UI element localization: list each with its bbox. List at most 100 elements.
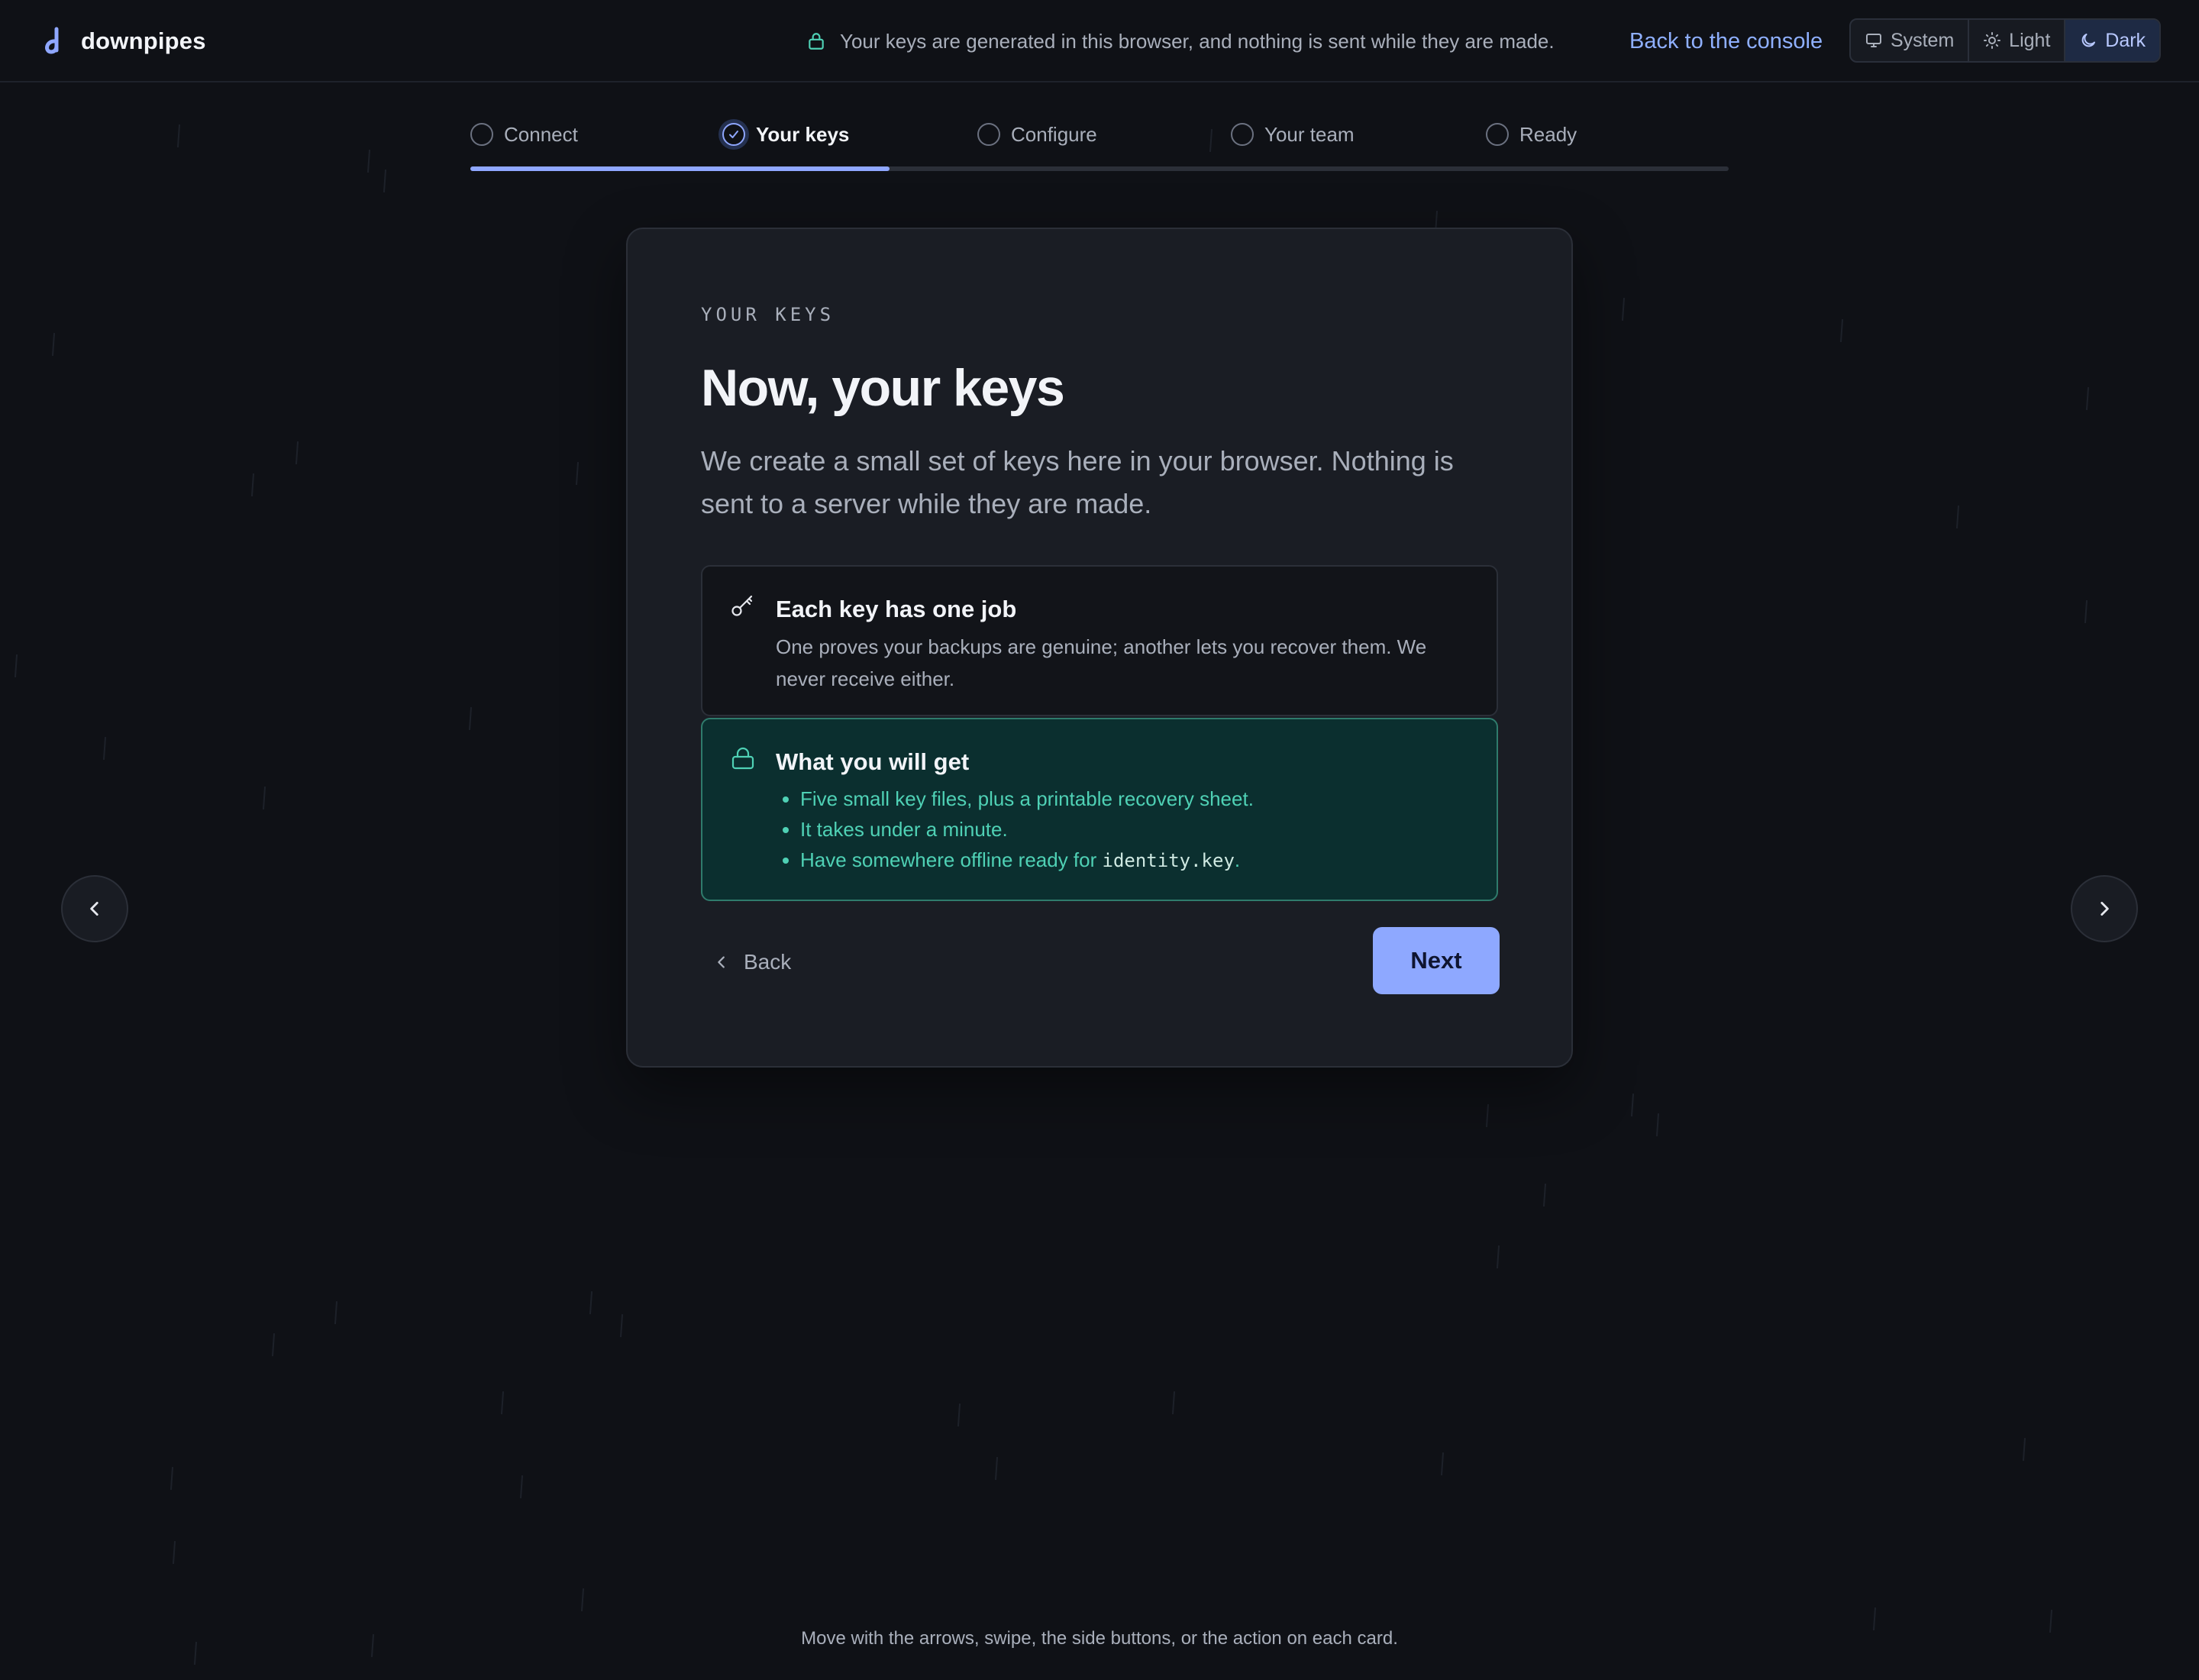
drizzle-streak bbox=[1655, 1113, 1660, 1137]
card-eyebrow: YOUR KEYS bbox=[701, 304, 835, 325]
drizzle-streak bbox=[500, 1391, 505, 1415]
top-bar: downpipes Your keys are generated in thi… bbox=[0, 0, 2199, 82]
drizzle-streak bbox=[366, 149, 371, 173]
theme-option-dark[interactable]: Dark bbox=[2065, 20, 2159, 61]
drizzle-streak bbox=[1630, 1093, 1635, 1117]
drizzle-streak bbox=[468, 706, 473, 731]
chevron-left-icon bbox=[90, 902, 98, 916]
theme-option-label: Dark bbox=[2105, 29, 2146, 51]
drizzle-streak bbox=[1621, 297, 1626, 321]
drizzle-streak bbox=[383, 169, 387, 193]
drizzle-streak bbox=[271, 1333, 276, 1357]
downpipes-logo-icon bbox=[45, 27, 59, 54]
info-panel-text: One proves your backups are genuine; ano… bbox=[776, 635, 1427, 690]
drizzle-streak bbox=[1955, 505, 1960, 529]
drizzle-streak bbox=[2085, 386, 2090, 411]
lock-icon bbox=[731, 747, 754, 770]
lock-icon bbox=[809, 33, 824, 50]
drizzle-streak bbox=[2084, 599, 2088, 624]
step-label: Ready bbox=[1519, 122, 1577, 146]
chevron-right-icon bbox=[2101, 902, 2109, 916]
back-button-label: Back bbox=[744, 950, 792, 974]
what-you-get-panel: What you will get Five small key files, … bbox=[701, 718, 1498, 901]
drizzle-streak bbox=[1440, 1452, 1445, 1476]
filename: identity.key bbox=[1102, 850, 1235, 871]
card-lead: We create a small set of keys here in yo… bbox=[701, 445, 1454, 519]
list-item-text: It takes under a minute. bbox=[800, 818, 1008, 841]
list-item: It takes under a minute. bbox=[800, 814, 1254, 845]
drizzle-streak bbox=[580, 1588, 585, 1612]
step-pending-icon bbox=[1486, 123, 1509, 146]
list-item-text: Five small key files, plus a printable r… bbox=[800, 787, 1254, 810]
key-icon bbox=[731, 595, 753, 616]
drizzle-streak bbox=[1485, 1103, 1490, 1128]
step-your-keys[interactable]: Your keys bbox=[722, 121, 849, 148]
drizzle-streak bbox=[102, 736, 107, 761]
privacy-note: Your keys are generated in this browser,… bbox=[806, 27, 1555, 55]
moon-icon bbox=[2081, 34, 2096, 47]
brand-name: downpipes bbox=[81, 27, 206, 54]
info-panel: Each key has one job One proves your bac… bbox=[701, 565, 1498, 716]
step-check-icon bbox=[722, 123, 745, 146]
progress-fill bbox=[470, 166, 890, 171]
step-label: Your team bbox=[1264, 122, 1355, 146]
step-pending-icon bbox=[1231, 123, 1254, 146]
theme-option-light[interactable]: Light bbox=[1969, 20, 2066, 61]
progress-track bbox=[470, 166, 1729, 171]
what-you-get-title: What you will get bbox=[776, 748, 970, 775]
drizzle-streak bbox=[1496, 1245, 1500, 1269]
step-pending-icon bbox=[977, 123, 1000, 146]
list-item-text: Have somewhere offline ready for bbox=[800, 848, 1103, 871]
step-configure[interactable]: Configure bbox=[977, 121, 1097, 148]
drizzle-streak bbox=[575, 461, 580, 486]
list-item: Have somewhere offline ready for identit… bbox=[800, 845, 1254, 876]
drizzle-streak bbox=[14, 654, 18, 678]
next-card-button[interactable] bbox=[2071, 875, 2138, 942]
next-button[interactable]: Next bbox=[1373, 927, 1500, 994]
progress-stepper: Connect Your keys Configure Your team Re… bbox=[470, 121, 1729, 174]
drizzle-streak bbox=[994, 1456, 999, 1481]
drizzle-streak bbox=[51, 332, 56, 357]
chevron-left-icon bbox=[718, 956, 725, 968]
step-card: YOUR KEYS Now, your keys We create a sma… bbox=[626, 228, 1573, 1068]
drizzle-streak bbox=[176, 124, 181, 148]
theme-option-label: System bbox=[1890, 29, 1955, 51]
drizzle-streak bbox=[334, 1300, 338, 1325]
step-label: Your keys bbox=[756, 122, 850, 146]
drizzle-streak bbox=[250, 473, 255, 497]
back-button[interactable]: Back bbox=[701, 929, 803, 996]
navigation-hint: Move with the arrows, swipe, the side bu… bbox=[801, 1628, 1398, 1649]
drizzle-streak bbox=[1872, 1607, 1877, 1631]
list-item: Five small key files, plus a printable r… bbox=[800, 783, 1254, 814]
theme-switcher: System Light Dark bbox=[1849, 18, 2161, 63]
theme-option-label: Light bbox=[2009, 29, 2051, 51]
drizzle-streak bbox=[519, 1475, 524, 1499]
privacy-text: Your keys are generated in this browser,… bbox=[840, 29, 1555, 53]
card-title: Now, your keys bbox=[701, 359, 1065, 417]
theme-option-system[interactable]: System bbox=[1851, 20, 1970, 61]
drizzle-streak bbox=[1839, 318, 1844, 343]
drizzle-streak bbox=[295, 441, 299, 465]
step-label: Connect bbox=[504, 122, 578, 146]
step-pending-icon bbox=[470, 123, 493, 146]
step-ready[interactable]: Ready bbox=[1486, 121, 1577, 148]
drizzle-streak bbox=[2022, 1437, 2026, 1462]
drizzle-streak bbox=[1542, 1183, 1547, 1207]
brand[interactable]: downpipes bbox=[41, 26, 206, 57]
step-label: Configure bbox=[1011, 122, 1097, 146]
drizzle-streak bbox=[172, 1540, 176, 1565]
previous-card-button[interactable] bbox=[61, 875, 128, 942]
drizzle-streak bbox=[170, 1466, 174, 1491]
monitor-icon bbox=[1865, 34, 1881, 47]
list-item-punctuation: . bbox=[1234, 848, 1241, 871]
step-your-team[interactable]: Your team bbox=[1231, 121, 1355, 148]
drizzle-streak bbox=[619, 1313, 624, 1338]
drizzle-streak bbox=[589, 1291, 593, 1315]
back-to-console-link[interactable]: Back to the console bbox=[1629, 26, 1823, 57]
step-connect[interactable]: Connect bbox=[470, 121, 578, 148]
what-you-get-list: Five small key files, plus a printable r… bbox=[776, 783, 1254, 876]
drizzle-streak bbox=[1171, 1391, 1176, 1415]
drizzle-streak bbox=[262, 786, 266, 810]
sun-icon bbox=[1984, 32, 2001, 49]
drizzle-streak bbox=[957, 1403, 961, 1427]
